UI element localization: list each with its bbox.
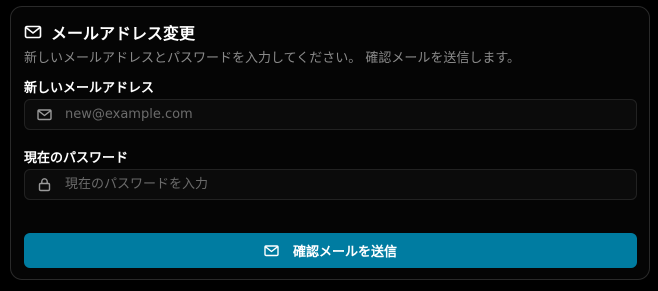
current-password-input[interactable]	[65, 170, 636, 199]
send-confirmation-email-button[interactable]: 確認メールを送信	[24, 233, 637, 268]
change-email-card: メールアドレス変更 新しいメールアドレスとパスワードを入力してください。 確認メ…	[10, 6, 650, 280]
mail-icon	[37, 107, 52, 122]
new-email-input[interactable]	[65, 100, 636, 129]
email-field[interactable]	[24, 99, 637, 130]
password-field[interactable]	[24, 169, 637, 200]
mail-icon	[24, 23, 42, 41]
card-header: メールアドレス変更	[24, 21, 195, 43]
lock-icon	[37, 177, 52, 192]
send-confirmation-email-label: 確認メールを送信	[292, 244, 397, 259]
email-field-label: 新しいメールアドレス	[24, 81, 155, 96]
card-description: 新しいメールアドレスとパスワードを入力してください。 確認メールを送信します。	[24, 51, 521, 66]
password-field-label: 現在のパスワード	[24, 151, 129, 166]
mail-icon	[264, 243, 279, 258]
card-title: メールアドレス変更	[51, 24, 196, 43]
